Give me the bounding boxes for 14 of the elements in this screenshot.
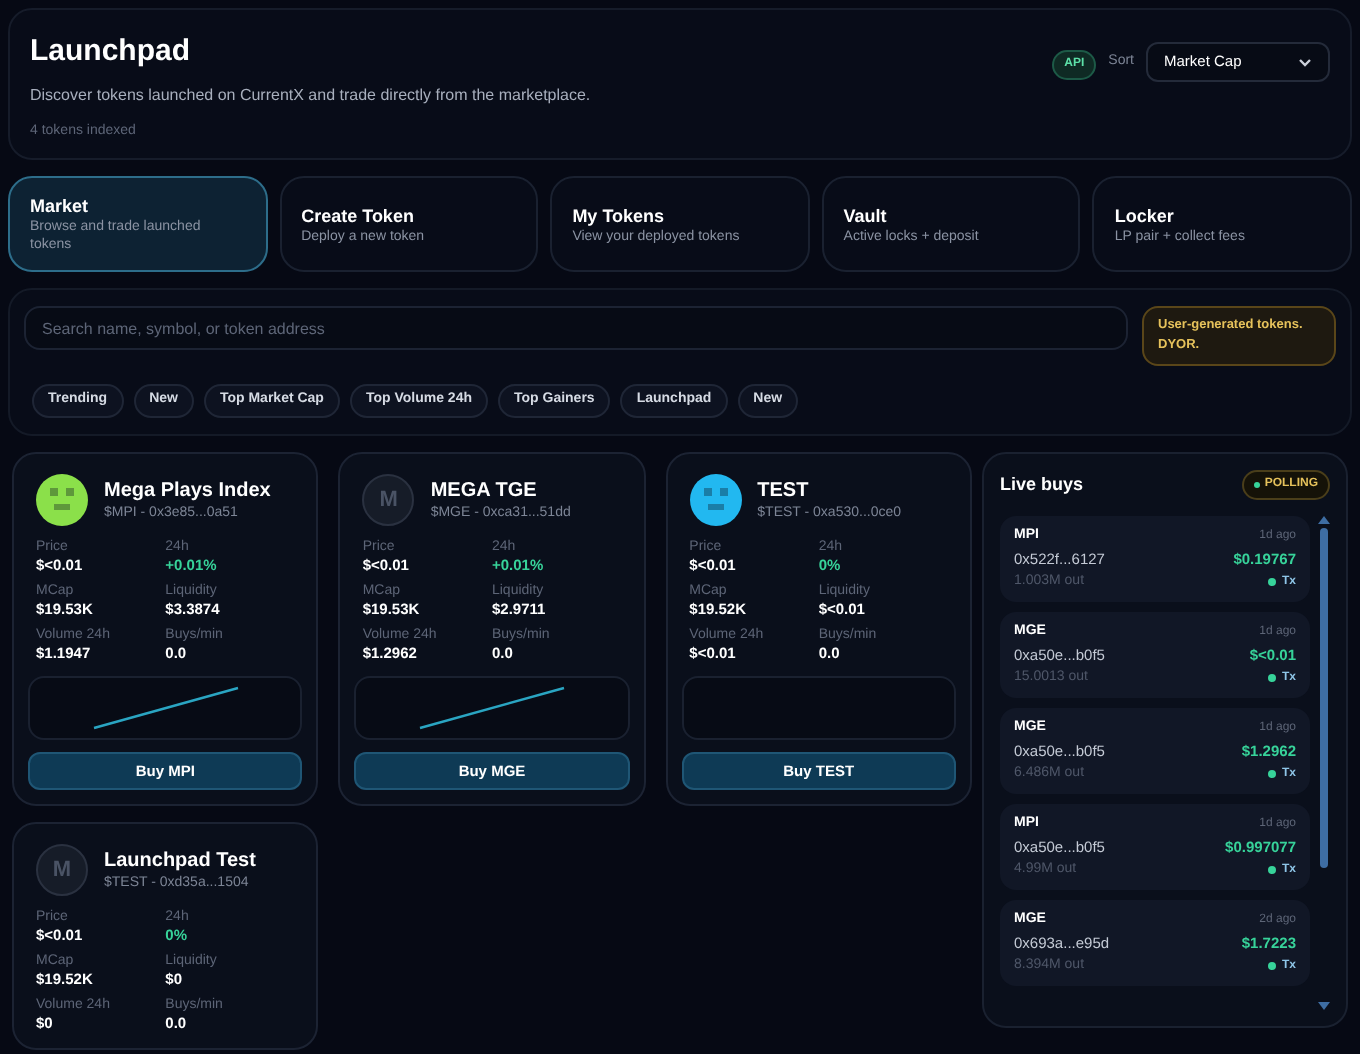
token-name: TEST — [757, 477, 811, 503]
page-subtitle: Discover tokens launched on CurrentX and trade directly from the marketplace. — [30, 83, 591, 107]
scrollbar[interactable] — [1318, 516, 1330, 1010]
search-field[interactable]: Search name, symbol, or token address — [24, 306, 1128, 350]
scroll-up-icon — [1318, 516, 1330, 524]
monogram-avatar: M — [362, 474, 415, 526]
token-name: Launchpad Test — [104, 847, 256, 873]
live-buys-title: Live buys — [1000, 471, 1084, 498]
token-name: Mega Plays Index — [104, 477, 271, 503]
monogram-avatar: M — [36, 844, 88, 896]
page-title: Launchpad — [30, 32, 193, 72]
chevron-down-icon — [1298, 57, 1312, 67]
scroll-down-icon — [1318, 1002, 1330, 1010]
token-name: MEGA TGE — [430, 477, 539, 503]
